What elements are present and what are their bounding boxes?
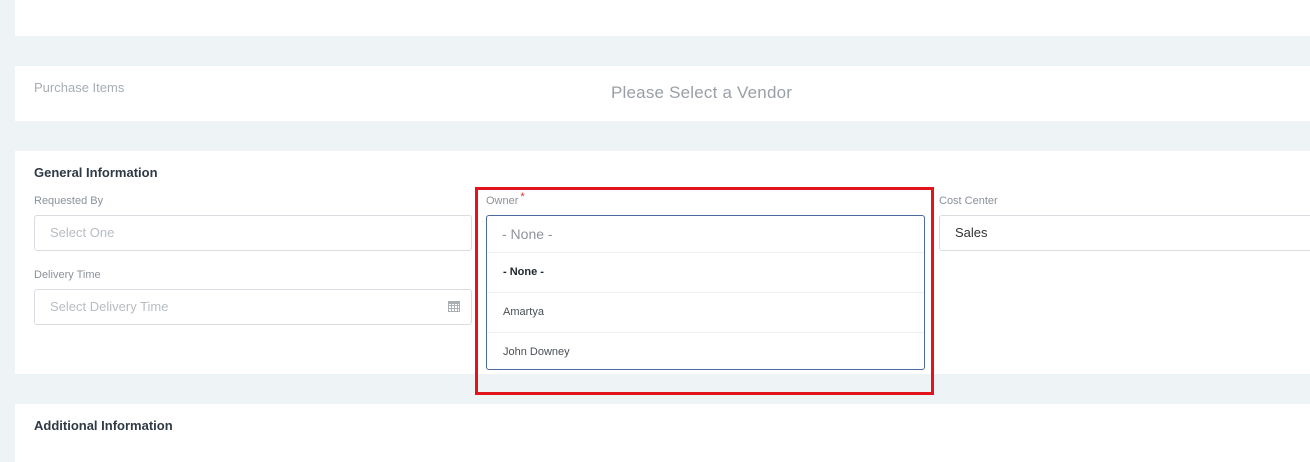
owner-option-john-downey[interactable]: John Downey	[487, 333, 924, 372]
purchase-items-title: Purchase Items	[34, 80, 125, 95]
cost-center-label: Cost Center	[939, 195, 998, 207]
purchase-items-panel: Purchase Items Please Select a Vendor	[15, 66, 1310, 121]
owner-option-amartya[interactable]: Amartya	[487, 293, 924, 333]
select-vendor-message: Please Select a Vendor	[611, 83, 793, 102]
general-information-title: General Information	[34, 165, 158, 180]
owner-option-none[interactable]: - None -	[487, 253, 924, 293]
top-panel	[15, 0, 1310, 36]
delivery-time-placeholder: Select Delivery Time	[50, 299, 169, 314]
required-mark: *	[520, 191, 525, 203]
additional-information-panel: Additional Information	[15, 404, 1310, 462]
requested-by-label: Requested By	[34, 195, 104, 207]
owner-dropdown[interactable]: - None - - None - Amartya John Downey	[486, 215, 925, 370]
owner-select-current[interactable]: - None -	[487, 216, 924, 253]
calendar-icon[interactable]	[448, 301, 460, 312]
cost-center-select[interactable]: Sales	[939, 215, 1310, 251]
owner-label: Owner *	[486, 191, 525, 207]
additional-information-title: Additional Information	[34, 418, 173, 433]
requested-by-select[interactable]: Select One	[34, 215, 472, 251]
delivery-time-input[interactable]: Select Delivery Time	[34, 289, 472, 325]
delivery-time-label: Delivery Time	[34, 269, 101, 281]
